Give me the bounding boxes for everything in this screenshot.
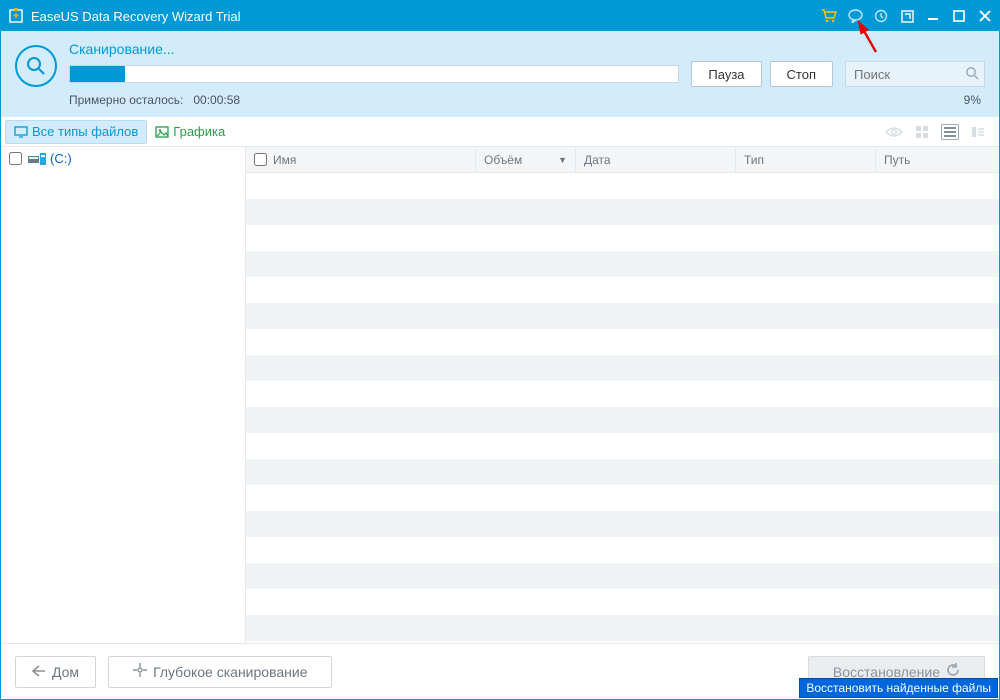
deep-scan-button[interactable]: Глубокое сканирование [108,656,332,688]
pause-button[interactable]: Пауза [691,61,761,87]
col-type[interactable]: Тип [736,147,876,172]
titlebar: EaseUS Data Recovery Wizard Trial [1,1,999,31]
stop-button[interactable]: Стоп [770,61,833,87]
cart-icon[interactable] [821,8,837,24]
view-detail-icon[interactable] [971,126,985,138]
home-button[interactable]: Дом [15,656,96,688]
view-list-icon[interactable] [941,124,959,140]
col-volume[interactable]: Объём ▼ [476,147,576,172]
deep-scan-label: Глубокое сканирование [153,664,307,680]
col-path-label: Путь [884,153,910,167]
filter-all-types[interactable]: Все типы файлов [5,120,147,144]
filter-bar: Все типы файлов Графика [1,117,999,147]
scan-percent: 9% [964,93,981,107]
tree-drive-c[interactable]: (C:) [9,151,237,166]
history-icon[interactable] [873,8,889,24]
tree-panel: (C:) [1,147,246,643]
close-icon[interactable] [977,8,993,24]
select-all-checkbox[interactable] [254,153,267,166]
list-header: Имя Объём ▼ Дата Тип Путь [246,147,999,173]
scan-icon [15,45,57,87]
col-type-label: Тип [744,153,764,167]
search-input[interactable] [845,61,985,87]
search-icon[interactable] [965,66,979,85]
list-panel: Имя Объём ▼ Дата Тип Путь [246,147,999,643]
progress-fill [70,66,125,82]
preview-icon[interactable] [885,126,903,138]
col-name-label: Имя [273,153,296,167]
scan-panel: Сканирование... Пауза Стоп Примерно оста… [1,31,999,117]
sort-desc-icon: ▼ [558,155,567,165]
filter-graphics[interactable]: Графика [147,120,233,144]
app-title: EaseUS Data Recovery Wizard Trial [31,9,821,24]
filter-all-label: Все типы файлов [32,124,138,139]
minimize-icon[interactable] [925,8,941,24]
arrow-left-icon [32,664,46,680]
col-date-label: Дата [584,153,611,167]
col-volume-label: Объём [484,153,522,167]
drive-icon [28,153,46,165]
app-icon [7,7,25,25]
col-path[interactable]: Путь [876,147,999,172]
expand-icon[interactable] [899,8,915,24]
chat-icon[interactable] [847,8,863,24]
recover-tooltip: Восстановить найденные файлы [799,678,998,698]
rows-area [246,173,999,643]
time-remaining-value: 00:00:58 [193,93,240,107]
filter-graphics-label: Графика [173,124,225,139]
tree-drive-label: (C:) [50,151,72,166]
progress-bar [69,65,679,83]
view-grid-icon[interactable] [915,125,929,139]
monitor-icon [14,125,28,139]
target-icon [133,663,147,680]
tree-drive-checkbox[interactable] [9,152,22,165]
image-icon [155,125,169,139]
maximize-icon[interactable] [951,8,967,24]
time-remaining-label: Примерно осталось: [69,93,183,107]
scan-status-label: Сканирование... [69,41,985,57]
home-label: Дом [52,664,79,680]
col-name[interactable]: Имя [246,147,476,172]
col-date[interactable]: Дата [576,147,736,172]
